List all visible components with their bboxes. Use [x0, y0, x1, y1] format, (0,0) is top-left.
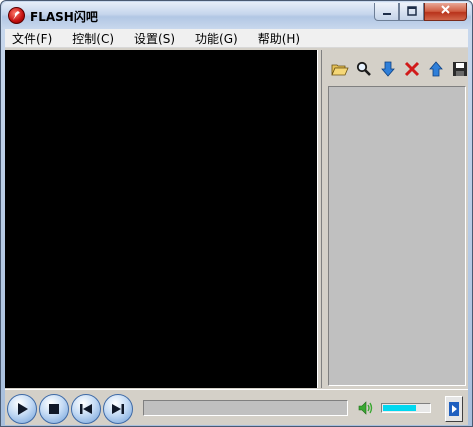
- maximize-button[interactable]: [399, 3, 424, 21]
- window-buttons: [374, 3, 467, 22]
- next-button[interactable]: [103, 394, 133, 424]
- previous-icon: [80, 404, 92, 414]
- previous-button[interactable]: [71, 394, 101, 424]
- move-down-icon[interactable]: [376, 58, 400, 80]
- search-icon[interactable]: [352, 58, 376, 80]
- menu-control[interactable]: 控制(C): [72, 30, 114, 47]
- flash-logo-icon: [8, 7, 25, 24]
- menu-file[interactable]: 文件(F): [12, 30, 52, 47]
- maximize-icon: [400, 4, 423, 20]
- playlist-list[interactable]: [328, 86, 466, 386]
- menu-bar: 文件(F) 控制(C) 设置(S) 功能(G) 帮助(H): [5, 29, 468, 48]
- speaker-icon[interactable]: [357, 399, 375, 417]
- volume-slider[interactable]: [381, 403, 431, 413]
- playlist-toolbar: [328, 58, 472, 80]
- menu-help[interactable]: 帮助(H): [258, 30, 300, 47]
- volume-level: [383, 405, 416, 411]
- play-icon: [18, 403, 28, 415]
- control-bar: [5, 389, 468, 425]
- delete-icon[interactable]: [400, 58, 424, 80]
- toggle-playlist-button[interactable]: [445, 396, 463, 422]
- stop-button[interactable]: [39, 394, 69, 424]
- menu-settings[interactable]: 设置(S): [134, 30, 175, 47]
- save-icon[interactable]: [448, 58, 472, 80]
- panel-splitter[interactable]: [317, 50, 322, 388]
- window-title: FLASH闪吧: [30, 10, 98, 24]
- move-up-icon[interactable]: [424, 58, 448, 80]
- arrow-right-icon: [449, 402, 459, 416]
- title-bar[interactable]: FLASH闪吧: [2, 2, 471, 29]
- flash-player-area[interactable]: [5, 50, 317, 388]
- playlist-panel: [323, 50, 468, 388]
- play-button[interactable]: [7, 394, 37, 424]
- progress-bar[interactable]: [143, 400, 348, 416]
- minimize-icon: [375, 4, 398, 20]
- close-icon: [425, 4, 466, 20]
- client-area: [5, 48, 468, 389]
- menu-functions[interactable]: 功能(G): [195, 30, 238, 47]
- minimize-button[interactable]: [374, 3, 399, 21]
- close-button[interactable]: [424, 3, 467, 21]
- app-window: FLASH闪吧 文件(F) 控制(C) 设置(S) 功能(G) 帮助(H): [0, 0, 473, 427]
- stop-icon: [49, 404, 59, 414]
- next-icon: [112, 404, 124, 414]
- open-folder-icon[interactable]: [328, 58, 352, 80]
